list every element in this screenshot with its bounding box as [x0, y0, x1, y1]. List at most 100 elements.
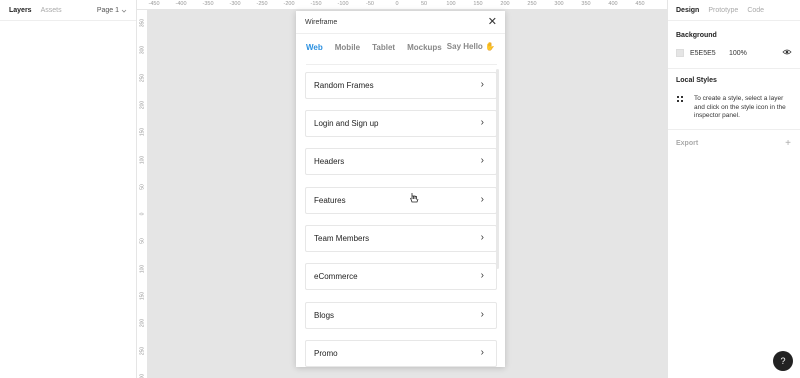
close-icon[interactable]: ✕: [488, 16, 497, 28]
ruler-vertical: 350 300 250 200 150 100 50 0 50 100 150 200 250 300: [137, 10, 148, 378]
plugin-tabs: Web Mobile Tablet Mockups: [306, 43, 442, 52]
layers-panel: Layers Assets Page 1: [0, 0, 137, 378]
wireframe-plugin-window: Wireframe ✕ Web Mobile Tablet Mockups Sa…: [296, 11, 505, 367]
background-hex-input[interactable]: E5E5E5: [690, 50, 716, 57]
help-button[interactable]: ?: [773, 351, 793, 371]
hand-cursor-icon: [409, 192, 419, 207]
ruler-tick-label: 300: [554, 1, 564, 7]
tab-assets[interactable]: Assets: [41, 7, 62, 14]
tab-tablet[interactable]: Tablet: [372, 43, 395, 52]
ruler-horizontal: -450 -400 -350 -300 -250 -200 -150 -100 -50 0 50 10…: [137, 0, 667, 10]
ruler-tick-label: 50: [420, 1, 428, 7]
ruler-tick-label: 100: [139, 155, 146, 164]
ruler-tick-label: 450: [635, 1, 645, 7]
say-hello-link[interactable]: Say Hello ✋: [447, 42, 495, 51]
chevron-right-icon: ›: [480, 309, 484, 320]
chevron-down-icon: [121, 9, 127, 13]
page-selector[interactable]: Page 1: [97, 7, 127, 14]
inspector-divider: [668, 20, 800, 21]
list-item-label: Team Members: [314, 234, 370, 243]
background-section-title: Background: [676, 32, 717, 39]
ruler-tick-label: 150: [139, 128, 146, 137]
list-item[interactable]: Login and Sign up ›: [305, 110, 497, 137]
ruler-tick-label: 200: [139, 100, 146, 110]
background-opacity-input[interactable]: 100%: [729, 50, 747, 57]
plugin-title: Wireframe: [305, 19, 338, 26]
list-item-label: Features: [314, 196, 346, 205]
inspector-panel: Design Prototype Code Background E5E5E5 …: [667, 0, 800, 378]
ruler-tick-label: -150: [310, 1, 322, 7]
local-styles-title: Local Styles: [676, 77, 717, 84]
chevron-right-icon: ›: [480, 232, 484, 243]
section-divider: [668, 129, 800, 130]
inspector-tabs: Design Prototype Code: [676, 7, 764, 14]
tab-layers[interactable]: Layers: [9, 7, 32, 14]
ruler-tick-label: -400: [175, 1, 187, 7]
chevron-right-icon: ›: [480, 347, 484, 358]
plus-icon[interactable]: +: [785, 138, 791, 149]
ruler-tick-label: 250: [139, 346, 146, 355]
list-item[interactable]: Blogs ›: [305, 302, 497, 329]
ruler-tick-label: -100: [337, 1, 349, 7]
ruler-tick-label: 200: [500, 1, 510, 7]
tab-web[interactable]: Web: [306, 43, 323, 52]
ruler-tick-label: 0: [395, 1, 399, 7]
ruler-tick-label: -450: [148, 1, 160, 7]
local-styles-hint: To create a style, select a layer and cl…: [694, 95, 786, 119]
chevron-right-icon: ›: [480, 194, 484, 205]
list-item-label: Headers: [314, 157, 345, 166]
list-item-label: Random Frames: [314, 81, 374, 90]
ruler-tick-label: -300: [229, 1, 241, 7]
ruler-tick-label: -350: [202, 1, 214, 7]
header-divider: [296, 33, 505, 34]
ruler-tick-label: 350: [139, 18, 146, 28]
export-section-title: Export: [676, 140, 699, 147]
ruler-tick-label: 200: [139, 319, 146, 328]
left-panel-tabs: Layers Assets: [9, 7, 62, 14]
left-panel-divider: [0, 20, 136, 21]
styles-grid-icon: [677, 96, 684, 103]
ruler-tick-label: 0: [139, 212, 146, 216]
ruler-tick-label: 50: [139, 184, 146, 190]
eye-icon[interactable]: [782, 48, 792, 58]
ruler-tick-label: 100: [446, 1, 456, 7]
list-item[interactable]: eCommerce ›: [305, 263, 497, 290]
section-divider: [668, 68, 800, 69]
ruler-tick-label: 400: [608, 1, 618, 7]
ruler-tick-label: 300: [139, 373, 146, 378]
tab-code[interactable]: Code: [747, 7, 764, 14]
ruler-tick-label: -200: [283, 1, 295, 7]
ruler-tick-label: 150: [473, 1, 483, 7]
tab-mobile[interactable]: Mobile: [335, 43, 360, 52]
list-item[interactable]: Random Frames ›: [305, 72, 497, 99]
list-item[interactable]: Promo ›: [305, 340, 497, 367]
ruler-tick-label: 350: [581, 1, 591, 7]
chevron-right-icon: ›: [480, 155, 484, 166]
waving-hand-icon: ✋: [485, 42, 495, 51]
ruler-tick-label: 50: [139, 238, 146, 245]
ruler-tick-label: 150: [139, 291, 146, 301]
ruler-tick-label: 250: [139, 73, 146, 82]
list-item[interactable]: Team Members ›: [305, 225, 497, 252]
say-hello-label: Say Hello: [446, 42, 483, 51]
tab-prototype[interactable]: Prototype: [708, 7, 738, 14]
chevron-right-icon: ›: [480, 270, 484, 281]
list-item[interactable]: Headers ›: [305, 148, 497, 175]
ruler-tick-label: -50: [366, 1, 374, 7]
page-label: Page 1: [96, 7, 119, 14]
ruler-tick-label: -250: [256, 1, 268, 7]
list-item-label: Blogs: [314, 311, 335, 320]
list-item-label: eCommerce: [314, 272, 358, 281]
chevron-right-icon: ›: [480, 79, 484, 90]
ruler-tick-label: 100: [139, 264, 146, 273]
tab-mockups[interactable]: Mockups: [407, 43, 442, 52]
list-item-label: Promo: [314, 349, 338, 358]
ruler-tick-label: 250: [527, 1, 537, 7]
background-color-swatch[interactable]: [676, 49, 684, 57]
list-item-label: Login and Sign up: [314, 119, 379, 128]
tabs-divider: [306, 64, 497, 65]
ruler-tick-label: 300: [139, 46, 146, 55]
tab-design[interactable]: Design: [676, 7, 699, 14]
chevron-right-icon: ›: [480, 117, 484, 128]
list-item[interactable]: Features ›: [305, 187, 497, 214]
